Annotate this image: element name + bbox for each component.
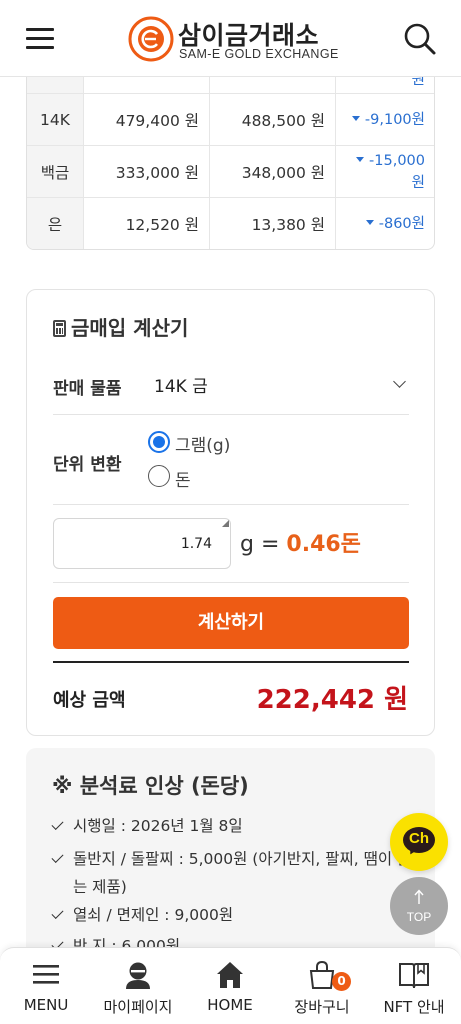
table-row: 은 12,520 원 13,380 원 -860원 — [27, 197, 434, 249]
table-cell-diff: -9,100원 — [336, 94, 434, 145]
logo-subtitle: SAM-E GOLD EXCHANGE — [179, 47, 339, 61]
home-icon — [217, 962, 243, 988]
hamburger-bar — [26, 46, 54, 49]
table-cell-sell: 488,500 원 — [210, 94, 336, 145]
check-icon — [51, 850, 64, 864]
calculator-title-text: 금매입 계산기 — [71, 316, 189, 340]
notice-item-text: 열쇠 / 면제인 : 9,000원 — [73, 906, 234, 924]
user-icon — [126, 962, 150, 989]
table-row: 14K 479,400 원 488,500 원 -9,100원 — [27, 93, 434, 145]
divider — [53, 582, 409, 583]
price-table: 원 14K 479,400 원 488,500 원 -9,100원 백금 333… — [26, 58, 435, 250]
check-icon — [51, 906, 64, 920]
diff-unit: 원 — [411, 174, 425, 191]
menu-icon — [33, 965, 59, 984]
diff-text: -860원 — [378, 215, 425, 232]
table-cell-buy: 12,520 원 — [84, 198, 210, 249]
resize-handle-icon — [222, 520, 229, 527]
hamburger-bar — [26, 28, 54, 31]
estimate-label: 예상 금액 — [53, 690, 126, 711]
page: 원 14K 479,400 원 488,500 원 -9,100원 백금 333… — [0, 0, 461, 1024]
diff-text: -9,100원 — [364, 111, 425, 128]
kakao-channel-label: Ch — [409, 830, 429, 847]
table-row: 백금 333,000 원 348,000 원 -15,000 원 — [27, 145, 434, 197]
table-cell-sell: 348,000 원 — [210, 146, 336, 197]
table-cell-buy: 333,000 원 — [84, 146, 210, 197]
amount-input[interactable]: 1.74 — [53, 518, 231, 569]
notice-title: ※ 분석료 인상 (돈당) — [52, 774, 249, 798]
check-icon — [51, 817, 64, 831]
top-label: TOP — [406, 910, 432, 924]
divider — [53, 414, 409, 415]
converted-value: 0.46돈 — [286, 532, 361, 557]
notice-item: 열쇠 / 면제인 : 9,000원 — [51, 901, 422, 929]
calculator-title: 금매입 계산기 — [53, 312, 188, 341]
unit-label: 단위 변환 — [53, 455, 122, 475]
unit-radio-gram-label[interactable]: 그램(g) — [175, 431, 230, 456]
item-label: 판매 물품 — [53, 379, 122, 399]
search-icon[interactable] — [403, 22, 437, 56]
notice-item: 시행일 : 2026년 1월 8일 — [51, 812, 422, 840]
table-cell-buy: 479,400 원 — [84, 94, 210, 145]
notice-item: 돌반지 / 돌팔찌 : 5,000원 (아기반지, 팔찌, 땜이 없는 제품) — [51, 845, 422, 901]
equals-sign: = — [260, 532, 280, 557]
amount-value: 1.74 — [180, 536, 212, 552]
cart-count-badge: 0 — [332, 972, 351, 991]
nav-item-home[interactable]: HOME — [184, 948, 276, 1024]
notice-item-text: 돌반지 / 돌팔찌 : 5,000원 (아기반지, 팔찌, 땜이 없는 제품) — [73, 850, 412, 896]
nav-item-nft[interactable]: NFT 안내 — [368, 948, 460, 1024]
hamburger-menu-button[interactable] — [26, 28, 54, 50]
estimate-value: 222,442 원 — [256, 685, 408, 715]
nav-item-menu[interactable]: MENU — [0, 948, 92, 1024]
table-cell-name: 14K — [27, 94, 84, 145]
table-cell-sell: 13,380 원 — [210, 198, 336, 249]
gold-calculator-card: 금매입 계산기 판매 물품 14K 금 단위 변환 그램(g) 돈 1.74 g… — [26, 289, 435, 736]
table-cell-diff: -860원 — [336, 198, 434, 249]
result-divider — [53, 661, 409, 663]
down-triangle-icon — [351, 116, 360, 121]
logo-emblem-icon — [128, 16, 174, 62]
nav-label: HOME — [207, 996, 253, 1014]
book-icon — [399, 963, 429, 989]
arrow-up-icon — [414, 889, 424, 904]
nav-item-cart[interactable]: 0 장바구니 — [276, 948, 368, 1024]
conversion-result: g = 0.46돈 — [240, 526, 361, 558]
chevron-down-icon — [393, 375, 406, 388]
table-cell-name: 은 — [27, 198, 84, 249]
item-select[interactable]: 14K 금 — [154, 368, 408, 402]
nav-item-mypage[interactable]: 마이페이지 — [92, 948, 184, 1024]
kakao-channel-button[interactable]: Ch — [390, 813, 448, 871]
unit-symbol: g — [240, 532, 254, 557]
notice-item-text: 시행일 : 2026년 1월 8일 — [73, 817, 243, 835]
nav-label: NFT 안내 — [383, 998, 445, 1016]
header: 삼이금거래소 SAM-E GOLD EXCHANGE — [0, 0, 461, 77]
table-cell-diff: -15,000 원 — [336, 146, 434, 197]
diff-text: -15,000 — [369, 152, 425, 169]
calculator-icon — [53, 320, 66, 337]
down-triangle-icon — [365, 220, 374, 225]
unit-radio-gram[interactable] — [148, 431, 170, 453]
nav-label: 마이페이지 — [103, 998, 173, 1016]
divider — [53, 504, 409, 505]
scroll-to-top-button[interactable]: TOP — [390, 877, 448, 935]
nav-label: MENU — [23, 996, 69, 1014]
unit-radio-don[interactable] — [148, 465, 170, 487]
bottom-navigation: MENU 마이페이지 HOME 0 장바구니 NFT 안내 — [0, 947, 461, 1024]
nav-label: 장바구니 — [294, 998, 350, 1016]
table-cell-name: 백금 — [27, 146, 84, 197]
down-triangle-icon — [356, 157, 365, 162]
site-logo[interactable]: 삼이금거래소 SAM-E GOLD EXCHANGE — [128, 16, 338, 64]
item-select-value: 14K 금 — [154, 377, 208, 397]
hamburger-bar — [26, 37, 54, 40]
unit-radio-don-label[interactable]: 돈 — [175, 466, 191, 491]
calculate-button[interactable]: 계산하기 — [53, 597, 409, 649]
